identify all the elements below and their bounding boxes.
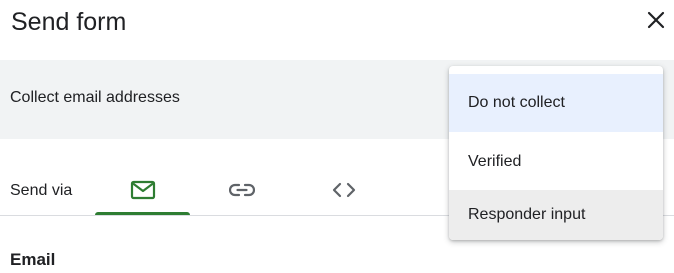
tab-email[interactable] [95,164,190,216]
option-responder-input[interactable]: Responder input [449,190,663,240]
send-form-dialog: Send form Collect email addresses Send v… [0,0,674,273]
email-section-heading: Email [10,250,56,269]
dialog-title: Send form [11,8,127,36]
tab-link[interactable] [194,164,289,216]
send-via-label: Send via [10,182,73,199]
option-do-not-collect[interactable]: Do not collect [449,74,663,132]
link-icon [228,183,255,197]
close-icon [645,9,667,31]
option-verified[interactable]: Verified [449,136,663,188]
tab-embed[interactable] [296,164,391,216]
mail-icon [130,180,156,200]
collect-email-dropdown-menu: Do not collect Verified Responder input [449,66,663,240]
close-button[interactable] [640,4,672,36]
collect-email-label: Collect email addresses [10,89,180,106]
embed-code-icon [331,181,357,199]
